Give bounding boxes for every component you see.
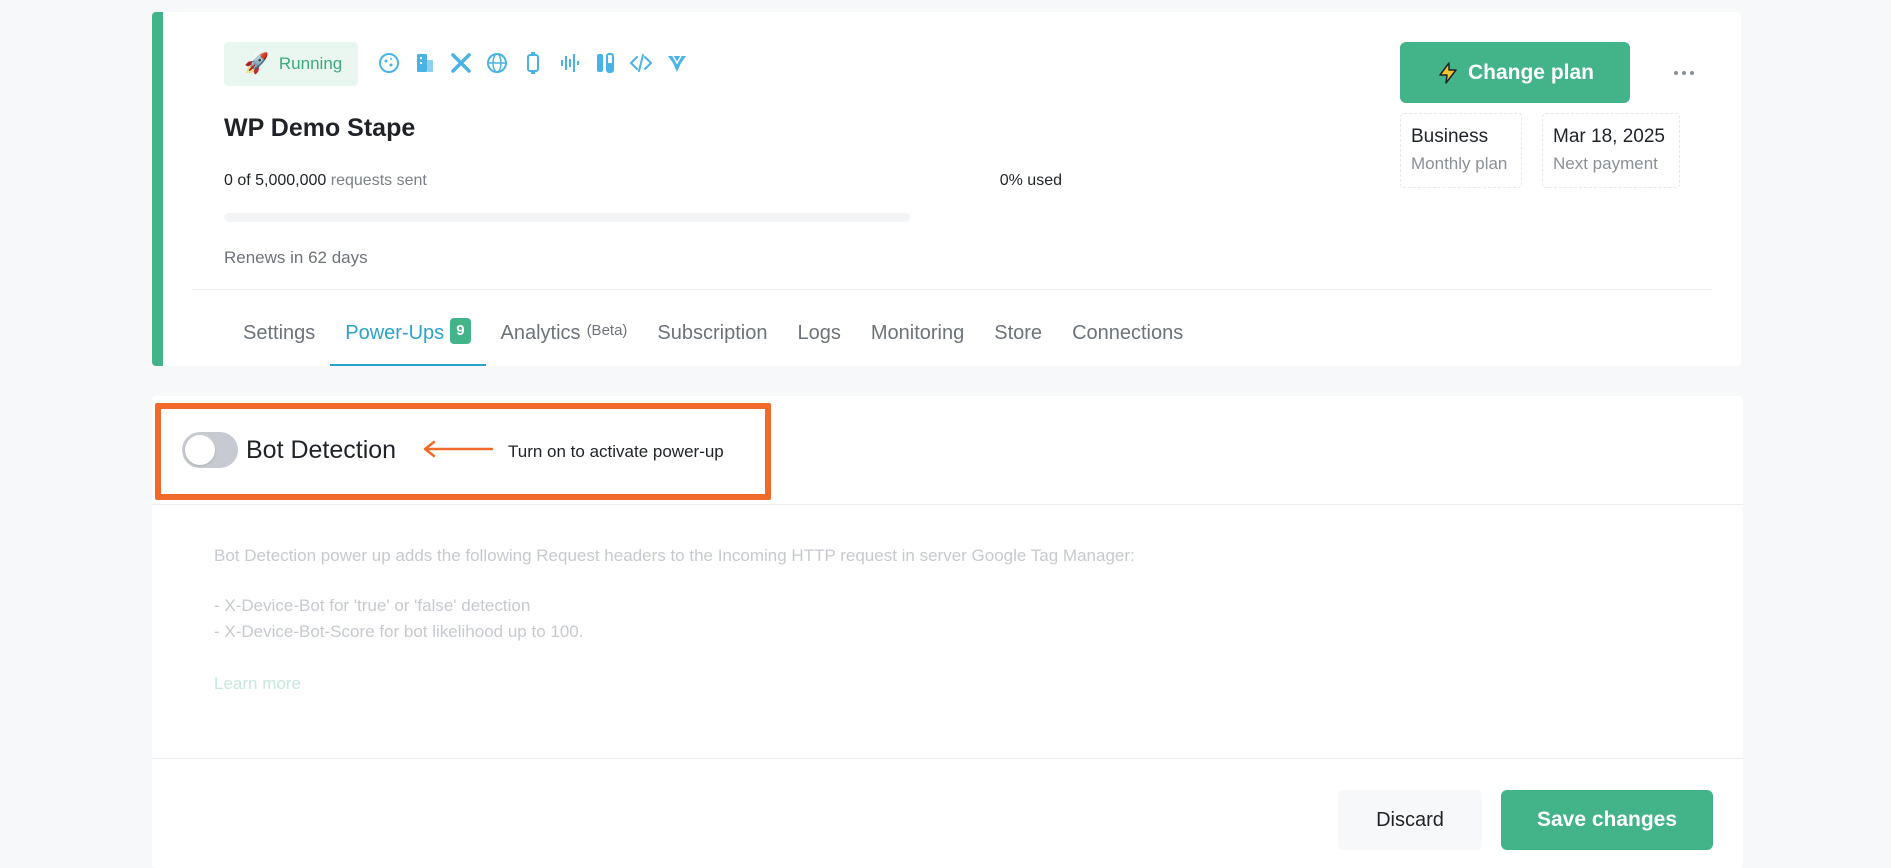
tab-label: Power-Ups xyxy=(345,322,445,344)
status-badge: 🚀 Running xyxy=(224,42,358,86)
requests-label: requests sent xyxy=(330,172,427,189)
requests-count: 0 of 5,000,000 xyxy=(224,172,327,189)
bot-detection-toggle[interactable] xyxy=(182,432,238,468)
requests-sent: 0 of 5,000,000 requests sent xyxy=(224,172,427,190)
toggle-knob xyxy=(185,435,215,465)
status-accent-bar xyxy=(152,12,163,366)
next-payment-label: Next payment xyxy=(1553,154,1658,173)
usage-progress-bar xyxy=(224,213,910,222)
cookie-icon[interactable] xyxy=(376,50,402,76)
activation-hint: Turn on to activate power-up xyxy=(508,442,724,461)
powerup-icons xyxy=(376,50,690,76)
power-ups-count-badge: 9 xyxy=(450,318,471,344)
tab-label: Monitoring xyxy=(870,322,965,344)
lightning-icon xyxy=(1436,61,1460,85)
arrow-left-icon xyxy=(423,440,494,458)
plan-period: Monthly plan xyxy=(1411,154,1508,173)
next-payment-date: Mar 18, 2025 xyxy=(1553,126,1665,147)
tab-label: Analytics xyxy=(500,322,581,344)
renews-text: Renews in 62 days xyxy=(224,248,368,267)
footer-divider xyxy=(152,758,1743,759)
powerup-card: Bot Detection Turn on to activate power-… xyxy=(152,396,1743,868)
powerup-header-divider xyxy=(152,504,1743,505)
usage-percent: 0% used xyxy=(999,172,1062,189)
flask-icon[interactable] xyxy=(592,50,618,76)
header-divider xyxy=(192,289,1712,290)
tab-store[interactable]: Store xyxy=(979,310,1057,366)
beta-label: (Beta) xyxy=(586,322,628,339)
description-item: - X-Device-Bot for 'true' or 'false' det… xyxy=(214,596,531,615)
container-title: WP Demo Stape xyxy=(224,114,416,142)
device-icon[interactable] xyxy=(520,50,546,76)
rocket-icon: 🚀 xyxy=(244,53,269,75)
powerup-description: Bot Detection power up adds the followin… xyxy=(214,546,1135,565)
tab-monitoring[interactable]: Monitoring xyxy=(856,310,979,366)
globe-icon[interactable] xyxy=(484,50,510,76)
tools-icon[interactable] xyxy=(448,50,474,76)
tab-analytics[interactable]: Analytics (Beta) xyxy=(486,310,643,366)
next-payment-box: Mar 18, 2025 Next payment xyxy=(1542,113,1680,188)
description-item: - X-Device-Bot-Score for bot likelihood … xyxy=(214,622,584,641)
powerup-title: Bot Detection xyxy=(246,436,397,464)
discard-button[interactable]: Discard xyxy=(1338,790,1482,850)
tab-label: Logs xyxy=(797,322,841,344)
more-options-icon[interactable] xyxy=(1668,62,1700,84)
plan-name-box: Business Monthly plan xyxy=(1400,113,1522,188)
change-plan-label: Change plan xyxy=(1467,60,1594,84)
tab-label: Connections xyxy=(1072,322,1184,344)
container-card: 🚀 Running WP Demo Stape 0 of 5,000,000 r… xyxy=(152,12,1741,366)
bird-icon[interactable] xyxy=(664,50,690,76)
container-tabs: Settings Power-Ups 9 Analytics (Beta) Su… xyxy=(228,310,1198,366)
tab-label: Settings xyxy=(243,322,316,344)
waveform-icon[interactable] xyxy=(556,50,582,76)
code-icon[interactable] xyxy=(628,50,654,76)
tab-label: Store xyxy=(994,322,1043,344)
plan-name: Business xyxy=(1411,126,1489,147)
learn-more-link[interactable]: Learn more xyxy=(214,674,301,694)
tab-connections[interactable]: Connections xyxy=(1057,310,1198,366)
status-label: Running xyxy=(278,54,343,73)
building-icon[interactable] xyxy=(412,50,438,76)
tab-subscription[interactable]: Subscription xyxy=(642,310,782,366)
tab-settings[interactable]: Settings xyxy=(228,310,330,366)
change-plan-button[interactable]: Change plan xyxy=(1400,42,1630,103)
tab-power-ups[interactable]: Power-Ups 9 xyxy=(330,310,486,366)
tab-label: Subscription xyxy=(657,322,768,344)
save-changes-button[interactable]: Save changes xyxy=(1501,790,1713,850)
tab-logs[interactable]: Logs xyxy=(782,310,855,366)
